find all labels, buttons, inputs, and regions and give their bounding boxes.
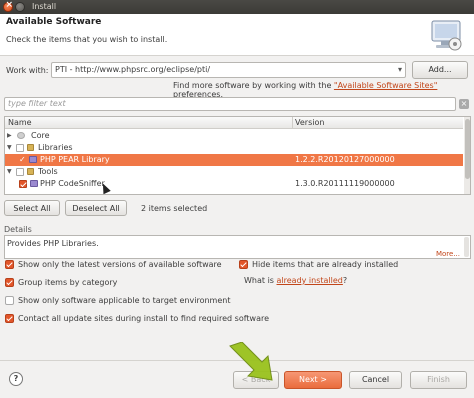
plugin-icon	[29, 156, 37, 163]
cancel-button[interactable]: Cancel	[349, 371, 402, 389]
selection-count: 2 items selected	[141, 204, 208, 213]
window-title: Install	[32, 2, 57, 11]
title-bar: Install	[0, 0, 474, 14]
tree-row-version: 1.3.0.R20111119000000	[295, 179, 395, 188]
details-text: Provides PHP Libraries.	[7, 239, 99, 248]
window-close-button[interactable]	[3, 0, 13, 12]
work-with-value: PTI - http://www.phpsrc.org/eclipse/pti/	[55, 65, 211, 74]
software-tree[interactable]: Name Version ▶ Core ▼ Libraries ✓ PHP PE…	[4, 116, 471, 195]
item-checkbox[interactable]	[19, 180, 27, 188]
page-title: Available Software	[6, 17, 102, 27]
add-site-button[interactable]: Add...	[412, 61, 468, 79]
checkmark-icon[interactable]: ✓	[19, 154, 26, 166]
folder-icon	[27, 168, 34, 175]
column-divider[interactable]	[292, 117, 293, 129]
chevron-down-icon[interactable]: ▾	[398, 63, 402, 77]
details-panel: Provides PHP Libraries. More...	[4, 235, 471, 259]
deselect-all-button[interactable]: Deselect All	[65, 200, 127, 216]
work-with-combo[interactable]: PTI - http://www.phpsrc.org/eclipse/pti/…	[51, 62, 406, 78]
category-icon	[17, 132, 25, 139]
latest-versions-checkbox[interactable]	[5, 260, 14, 269]
tree-scrollbar[interactable]	[464, 117, 470, 194]
group-by-category-label[interactable]: Group items by category	[18, 277, 117, 288]
applicable-only-label[interactable]: Show only software applicable to target …	[18, 295, 230, 306]
wizard-header: Available Software Check the items that …	[0, 14, 474, 56]
install-dialog: Install Available Software Check the ite…	[0, 0, 474, 398]
tree-row-core[interactable]: ▶ Core	[5, 130, 463, 142]
applicable-only-checkbox[interactable]	[5, 296, 14, 305]
tree-row-libraries[interactable]: ▼ Libraries	[5, 142, 463, 154]
available-software-sites-link[interactable]: "Available Software Sites"	[334, 81, 437, 90]
latest-versions-label[interactable]: Show only the latest versions of availab…	[18, 259, 222, 270]
folder-icon	[27, 144, 34, 151]
plugin-icon	[30, 180, 38, 187]
page-description: Check the items that you wish to install…	[6, 35, 168, 44]
tree-row-label: Core	[31, 131, 50, 140]
column-header-name[interactable]: Name	[8, 118, 32, 127]
finish-button[interactable]: Finish	[410, 371, 467, 389]
install-banner-icon	[431, 20, 462, 51]
window-minimize-button[interactable]	[15, 2, 25, 12]
column-header-version[interactable]: Version	[295, 118, 324, 127]
collapse-arrow-icon[interactable]: ▼	[7, 166, 12, 178]
tree-row-php-codesniffer[interactable]: PHP CodeSniffer 1.3.0.R20111119000000	[5, 178, 463, 190]
expand-arrow-icon[interactable]: ▶	[7, 130, 12, 142]
tree-row-version: 1.2.2.R20120127000000	[295, 155, 395, 164]
hide-installed-label[interactable]: Hide items that are already installed	[252, 259, 398, 270]
group-by-category-checkbox[interactable]	[5, 278, 14, 287]
details-scrollbar[interactable]	[464, 237, 469, 257]
tree-scrollbar-thumb[interactable]	[465, 119, 470, 179]
tree-row-tools[interactable]: ▼ Tools	[5, 166, 463, 178]
work-with-label: Work with:	[6, 66, 49, 75]
category-checkbox[interactable]	[16, 168, 24, 176]
contact-all-sites-label[interactable]: Contact all update sites during install …	[18, 313, 269, 324]
tree-header: Name Version	[5, 117, 463, 129]
next-button[interactable]: Next >	[284, 371, 342, 389]
tree-row-label: Tools	[38, 167, 58, 176]
help-icon[interactable]: ?	[9, 372, 23, 386]
collapse-arrow-icon[interactable]: ▼	[7, 142, 12, 154]
tree-row-label: PHP CodeSniffer	[40, 179, 105, 188]
tree-row-php-pear-library[interactable]: ✓ PHP PEAR Library 1.2.2.R20120127000000	[5, 154, 463, 166]
tree-row-label: Libraries	[38, 143, 73, 152]
filter-input[interactable]: type filter text	[4, 97, 456, 111]
clear-filter-icon[interactable]: ×	[459, 99, 469, 109]
details-more-link[interactable]: More...	[436, 250, 460, 258]
contact-all-sites-checkbox[interactable]	[5, 314, 14, 323]
category-checkbox[interactable]	[16, 144, 24, 152]
select-all-button[interactable]: Select All	[4, 200, 60, 216]
details-label: Details	[4, 225, 32, 234]
already-installed-link[interactable]: already installed	[277, 276, 343, 285]
annotation-arrow-icon	[229, 342, 273, 381]
hide-installed-checkbox[interactable]	[239, 260, 248, 269]
what-installed-text: What is already installed?	[244, 276, 348, 285]
tree-row-label: PHP PEAR Library	[40, 155, 110, 164]
